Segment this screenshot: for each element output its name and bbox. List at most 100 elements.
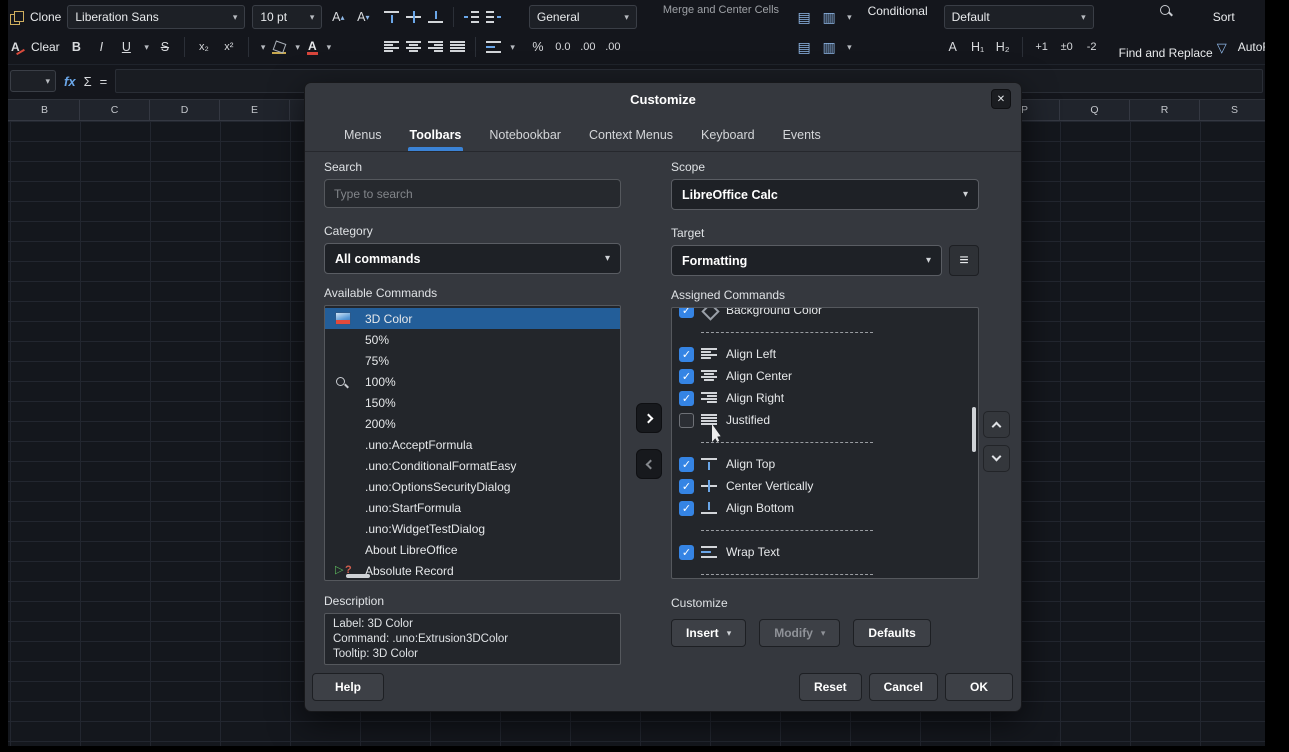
chevron-down-icon[interactable] <box>963 190 968 200</box>
function-wizard-button[interactable]: fx <box>64 74 76 89</box>
heading2-style-button[interactable]: H₂ <box>994 36 1012 58</box>
command-checkbox[interactable] <box>679 545 694 560</box>
merge-cells-caret-icon[interactable] <box>510 43 515 52</box>
center-vertically-icon[interactable] <box>406 11 421 23</box>
modify-button[interactable]: Modify <box>759 619 840 647</box>
clone-formatting-icon[interactable] <box>10 11 23 24</box>
assigned-commands-list[interactable]: Background Color Align Left <box>671 307 979 579</box>
available-command-row[interactable]: Absolute Record <box>325 560 620 581</box>
column-header[interactable]: Q <box>1060 100 1130 120</box>
available-command-row[interactable]: 150% <box>325 392 620 413</box>
chevron-down-icon[interactable] <box>310 13 315 22</box>
align-top-icon[interactable] <box>384 11 399 23</box>
dialog-tab[interactable]: Menus <box>344 119 382 151</box>
assigned-command-row[interactable]: Align Top <box>672 453 978 475</box>
close-icon[interactable] <box>991 89 1011 109</box>
bold-button[interactable]: B <box>67 36 85 58</box>
align-center-icon[interactable] <box>406 41 421 53</box>
assigned-command-row[interactable]: Wrap Text <box>672 541 978 563</box>
column-header[interactable]: B <box>10 100 80 120</box>
assigned-command-row[interactable]: Background Color <box>672 307 978 321</box>
autosum-button[interactable]: Σ <box>84 74 92 89</box>
available-command-row[interactable]: .uno:AcceptFormula <box>325 434 620 455</box>
conditional-group[interactable]: Conditional <box>868 4 928 60</box>
autofilter-icon[interactable] <box>1213 38 1231 56</box>
name-box-caret-icon[interactable] <box>45 77 50 86</box>
dialog-tab[interactable]: Toolbars <box>410 119 462 151</box>
merge-variant-icon[interactable] <box>795 38 813 56</box>
insert-button[interactable]: Insert <box>671 619 746 647</box>
hamburger-menu-button[interactable] <box>949 245 979 276</box>
font-color-icon[interactable]: A <box>307 40 318 55</box>
borders-caret-icon[interactable] <box>261 43 266 52</box>
add-command-button[interactable] <box>636 403 662 433</box>
assigned-command-row[interactable]: Align Right <box>672 387 978 409</box>
available-command-row[interactable]: .uno:ConditionalFormatEasy <box>325 455 620 476</box>
align-bottom-icon[interactable] <box>428 11 443 23</box>
autofilter-label[interactable]: AutoFilter <box>1238 40 1265 54</box>
align-left-icon[interactable] <box>384 41 399 53</box>
assigned-command-row[interactable]: Align Left <box>672 343 978 365</box>
merge-variant-icon[interactable] <box>820 38 838 56</box>
font-color-caret-icon[interactable] <box>327 43 332 52</box>
cancel-button[interactable]: Cancel <box>869 673 938 701</box>
percent-format-button[interactable]: % <box>529 36 547 58</box>
name-box[interactable] <box>10 70 56 92</box>
horizontal-scrollbar-thumb[interactable] <box>346 574 370 578</box>
available-command-row[interactable]: 200% <box>325 413 620 434</box>
find-replace-icon[interactable] <box>1159 4 1173 18</box>
font-size-combo[interactable]: 10 pt <box>252 5 322 29</box>
cell-style-combo[interactable]: Default <box>944 5 1094 29</box>
number-format-decimal-button[interactable]: 0.0 <box>554 36 572 58</box>
assigned-command-row[interactable]: Center Vertically <box>672 475 978 497</box>
available-command-row[interactable]: 75% <box>325 350 620 371</box>
merge-variant-icon[interactable] <box>820 8 838 26</box>
dialog-tab[interactable]: Keyboard <box>701 119 755 151</box>
available-command-row[interactable]: About LibreOffice <box>325 539 620 560</box>
superscript-button[interactable]: x² <box>220 36 238 58</box>
find-replace-group[interactable]: Find and Replace <box>1119 4 1213 60</box>
default-style-button[interactable]: A <box>944 36 962 58</box>
merge-center-group[interactable]: Merge and Center Cells <box>663 4 779 60</box>
clone-label[interactable]: Clone <box>30 10 61 24</box>
increase-indent-button[interactable]: +1 <box>1033 36 1051 58</box>
available-command-row[interactable]: 100% <box>325 371 620 392</box>
remove-command-button[interactable] <box>636 449 662 479</box>
decrease-indent-button[interactable]: -2 <box>1083 36 1101 58</box>
formula-button[interactable]: = <box>100 74 108 89</box>
background-color-caret-icon[interactable] <box>295 43 300 52</box>
assigned-command-row[interactable] <box>672 563 978 579</box>
help-button[interactable]: Help <box>312 673 384 701</box>
command-checkbox[interactable] <box>679 391 694 406</box>
ok-button[interactable]: OK <box>945 673 1013 701</box>
available-command-row[interactable]: 50% <box>325 329 620 350</box>
font-name-combo[interactable]: Liberation Sans <box>67 5 245 29</box>
scope-combo[interactable]: LibreOffice Calc <box>671 179 979 210</box>
no-indent-button[interactable]: ±0 <box>1058 36 1076 58</box>
decrease-indent-icon[interactable] <box>464 11 479 23</box>
underline-button[interactable]: U <box>117 36 135 58</box>
category-combo[interactable]: All commands <box>324 243 621 274</box>
increase-indent-icon[interactable] <box>486 11 501 23</box>
dialog-tab[interactable]: Events <box>783 119 821 151</box>
sort-label[interactable]: Sort <box>1213 10 1235 24</box>
chevron-down-icon[interactable] <box>233 13 238 22</box>
available-command-row[interactable]: .uno:StartFormula <box>325 497 620 518</box>
command-checkbox[interactable] <box>679 479 694 494</box>
command-checkbox[interactable] <box>679 347 694 362</box>
italic-button[interactable]: I <box>92 36 110 58</box>
command-checkbox[interactable] <box>679 369 694 384</box>
find-replace-label[interactable]: Find and Replace <box>1119 46 1213 60</box>
delete-decimal-button[interactable]: .00 <box>604 36 622 58</box>
chevron-down-icon[interactable] <box>926 256 931 266</box>
align-right-icon[interactable] <box>428 41 443 53</box>
column-header[interactable]: D <box>150 100 220 120</box>
merge-variant-caret-icon[interactable] <box>847 13 852 22</box>
assigned-command-row[interactable]: Align Bottom <box>672 497 978 519</box>
reset-button[interactable]: Reset <box>799 673 862 701</box>
vertical-scrollbar-thumb[interactable] <box>972 407 976 452</box>
available-command-row[interactable]: .uno:WidgetTestDialog <box>325 518 620 539</box>
shrink-font-button[interactable]: A <box>354 6 372 28</box>
merge-variant-icon[interactable] <box>795 8 813 26</box>
assigned-command-row[interactable] <box>672 321 978 343</box>
